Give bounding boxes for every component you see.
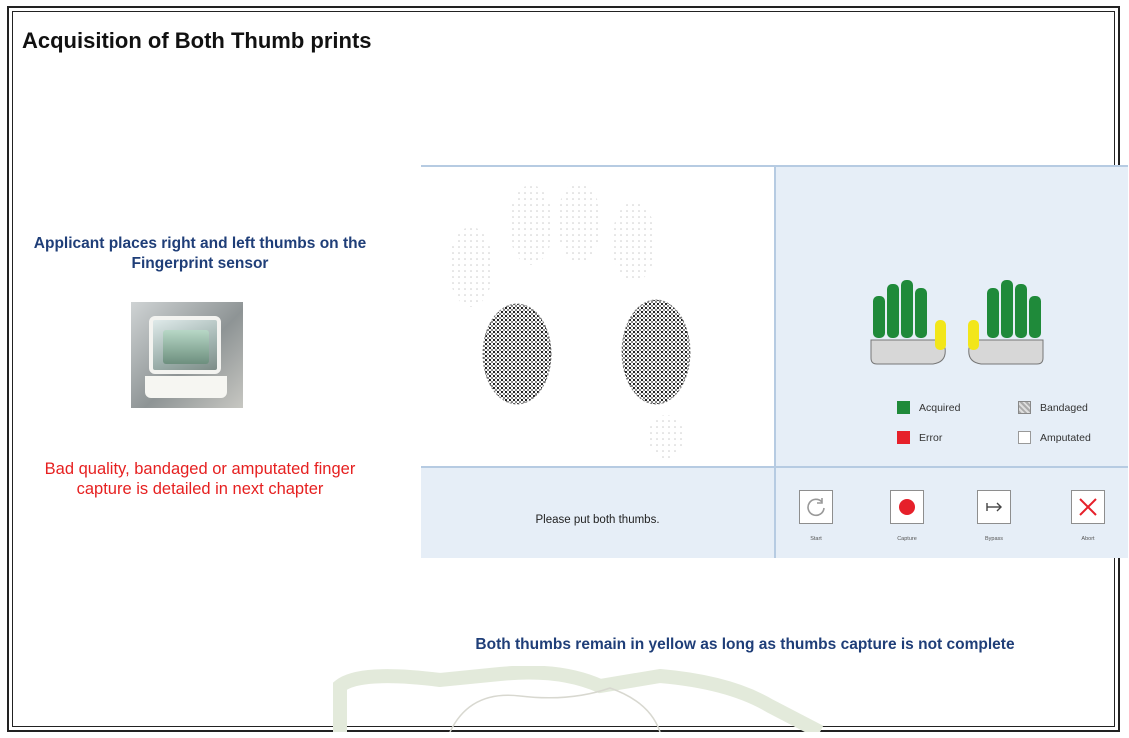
faint-finger-print [557, 182, 601, 262]
bad-quality-note: Bad quality, bandaged or amputated finge… [44, 460, 356, 498]
left-middle-finger [1001, 280, 1013, 338]
sensor-base [145, 376, 227, 398]
abort-button[interactable] [1071, 490, 1105, 524]
bottom-caption: Both thumbs remain in yellow as long as … [475, 636, 1015, 653]
legend-error: Error [897, 431, 942, 444]
slide-title: Acquisition of Both Thumb prints [22, 28, 372, 53]
legend-label: Amputated [1040, 431, 1091, 444]
legend-bandaged: Bandaged [1018, 401, 1088, 414]
applicant-instruction: Applicant places right and left thumbs o… [33, 235, 367, 272]
fingerprint-preview [421, 167, 774, 466]
faint-finger-print [509, 185, 553, 265]
restart-icon [807, 498, 825, 517]
arrow-to-bar-icon [986, 502, 1002, 512]
record-icon [899, 499, 915, 515]
legend-swatch-acquired [897, 401, 910, 414]
right-little-finger [873, 296, 885, 338]
left-thumb-pending [968, 320, 979, 350]
legend-swatch-error [897, 431, 910, 444]
abort-label: Abort [1081, 536, 1095, 542]
panel-divider [774, 165, 776, 558]
right-ring-finger [887, 284, 899, 338]
legend-swatch-amputated [1018, 431, 1031, 444]
right-thumb-pending [935, 320, 946, 350]
thumbprints-image [449, 182, 691, 459]
map-watermark [333, 666, 824, 732]
start-label: Start [810, 536, 822, 542]
legend-swatch-bandaged [1018, 401, 1031, 414]
legend-label: Bandaged [1040, 401, 1088, 414]
capture-button[interactable] [890, 490, 924, 524]
left-ring-finger [1015, 284, 1027, 338]
legend-label: Acquired [919, 401, 961, 414]
right-middle-finger [901, 280, 913, 338]
close-icon [1079, 498, 1097, 516]
legend-label: Error [919, 431, 943, 444]
left-little-finger [1029, 296, 1041, 338]
fingerprint-sensor-photo [131, 302, 243, 408]
legend-amputated: Amputated [1018, 431, 1091, 444]
bypass-button[interactable] [977, 490, 1011, 524]
right-palm-shape [870, 339, 946, 365]
sensor-window [163, 330, 209, 364]
right-index-finger [915, 288, 927, 338]
left-palm-shape [968, 339, 1044, 365]
hands-status-diagram [870, 280, 1044, 365]
faint-palm-print [648, 415, 684, 459]
bypass-label: Bypass [984, 536, 1004, 542]
left-index-finger [987, 288, 999, 338]
legend-acquired: Acquired [897, 401, 960, 414]
start-button[interactable] [799, 490, 833, 524]
capture-label: Capture [897, 536, 917, 542]
faint-finger-print [449, 227, 493, 307]
faint-finger-print [612, 202, 656, 282]
capture-application: Acquired Bandaged Error Amputated Please… [421, 165, 1128, 558]
status-message: Please put both thumbs. [535, 514, 660, 526]
